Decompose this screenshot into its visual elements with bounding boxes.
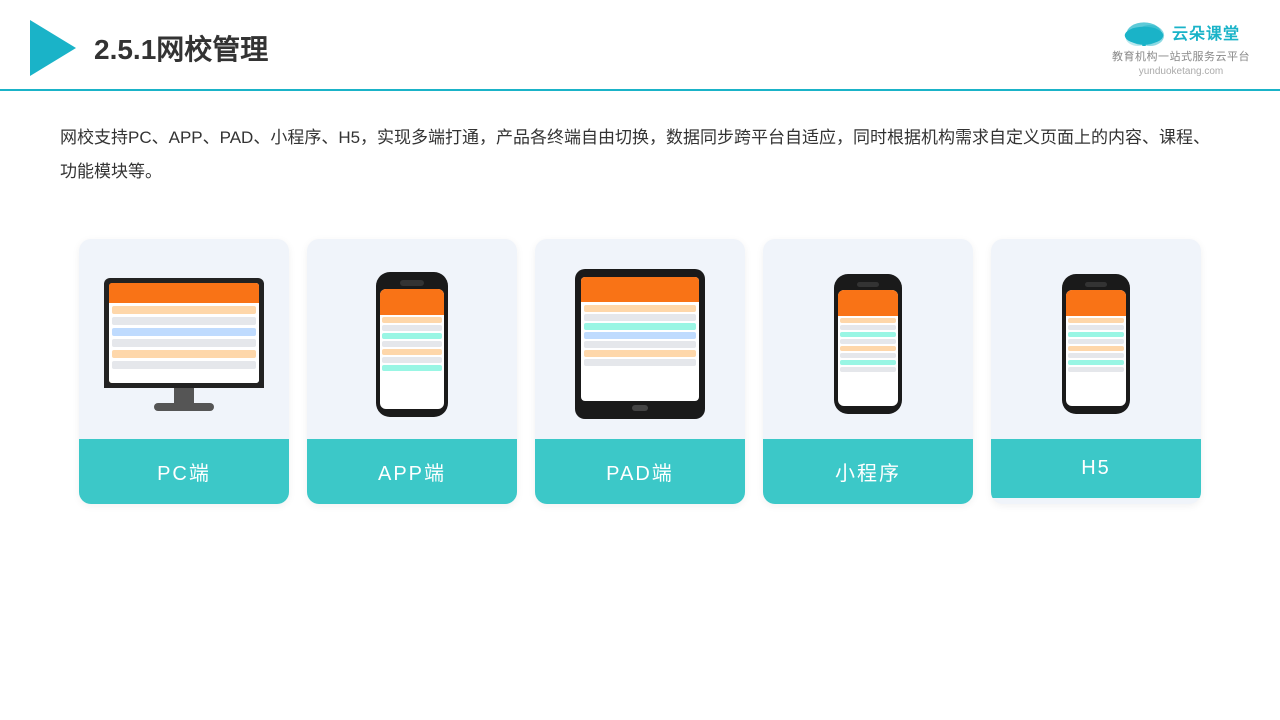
phone-screen xyxy=(380,289,444,409)
phone-mini-device xyxy=(834,274,902,414)
description-text: 网校支持PC、APP、PAD、小程序、H5，实现多端打通，产品各终端自由切换，数… xyxy=(0,91,1280,199)
card-label-miniapp: 小程序 xyxy=(763,439,973,504)
card-label-pc: PC端 xyxy=(79,439,289,504)
card-label-h5: H5 xyxy=(991,439,1201,498)
logo-triangle-icon xyxy=(30,20,76,76)
header-right: 云朵课堂 教育机构一站式服务云平台 yunduoketang.com xyxy=(1112,18,1250,77)
card-label-app: APP端 xyxy=(307,439,517,504)
monitor-screen-header xyxy=(109,283,259,303)
phone-h5-screen xyxy=(1066,290,1126,406)
phone-h5-notch xyxy=(1085,282,1107,287)
card-pc: PC端 xyxy=(79,239,289,504)
phone-h5-device xyxy=(1062,274,1130,414)
page-title: 2.5.1网校管理 xyxy=(94,28,268,68)
monitor-screen-body xyxy=(109,303,259,383)
phone-device xyxy=(376,272,448,417)
brand-slogan: 教育机构一站式服务云平台 xyxy=(1112,48,1250,64)
phone-notch xyxy=(400,280,424,286)
monitor-body xyxy=(104,278,264,388)
card-app: APP端 xyxy=(307,239,517,504)
brand-url: yunduoketang.com xyxy=(1139,66,1224,77)
card-image-pc xyxy=(79,239,289,439)
cards-container: PC端 APP端 xyxy=(0,209,1280,524)
card-image-h5 xyxy=(991,239,1201,439)
monitor-neck xyxy=(174,388,194,403)
card-pad: PAD端 xyxy=(535,239,745,504)
phone-mini-notch xyxy=(857,282,879,287)
cloud-icon xyxy=(1122,18,1166,46)
card-label-pad: PAD端 xyxy=(535,439,745,504)
header: 2.5.1网校管理 云朵课堂 教育机构一站式服务云平台 yunduoketang… xyxy=(0,0,1280,91)
tablet-home-button xyxy=(632,405,648,411)
card-image-app xyxy=(307,239,517,439)
monitor-base xyxy=(154,403,214,411)
card-miniapp: 小程序 xyxy=(763,239,973,504)
phone-mini-screen xyxy=(838,290,898,406)
header-left: 2.5.1网校管理 xyxy=(30,20,268,76)
card-image-pad xyxy=(535,239,745,439)
card-h5: H5 xyxy=(991,239,1201,504)
monitor-screen xyxy=(109,283,259,383)
monitor-device xyxy=(104,278,264,411)
brand-name: 云朵课堂 xyxy=(1172,20,1240,44)
tablet-screen xyxy=(581,277,699,401)
brand-logo: 云朵课堂 xyxy=(1122,18,1240,46)
card-image-miniapp xyxy=(763,239,973,439)
tablet-device xyxy=(575,269,705,419)
